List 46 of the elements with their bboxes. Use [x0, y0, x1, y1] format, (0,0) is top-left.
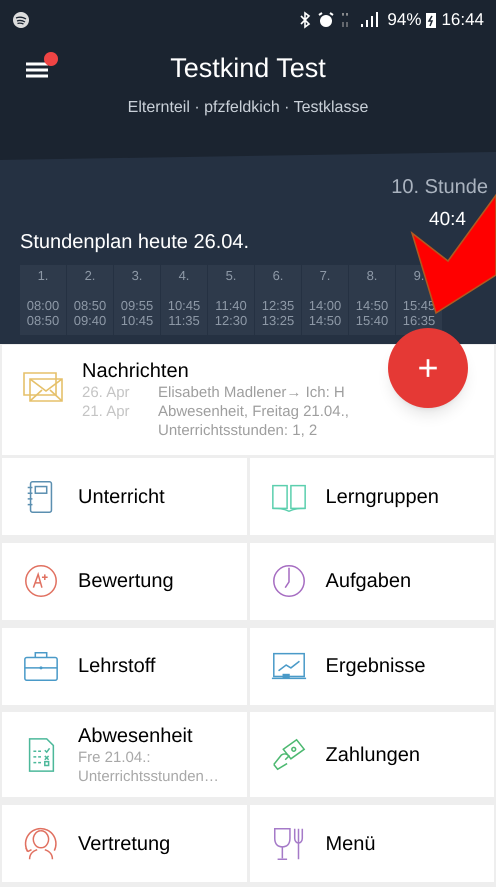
lesson-cell[interactable]: 5. 11:40 12:30 — [208, 264, 254, 334]
tile-label: Unterricht — [78, 484, 165, 508]
lesson-cell[interactable]: 3. 09:55 10:45 — [114, 264, 160, 334]
menu-tile[interactable]: Bewertung — [2, 542, 246, 620]
message-preview[interactable]: Elisabeth Madlener→ Ich: H — [158, 383, 345, 402]
menu-tile[interactable]: Aufgaben — [250, 542, 494, 620]
tile-label: Lerngruppen — [326, 484, 439, 508]
tile-detail: Fre 21.04.: — [78, 748, 152, 767]
clock-time: 16:44 — [441, 9, 484, 32]
lesson-countdown: 40:4 — [428, 208, 467, 232]
tile-detail: Unterrichtsstunden… — [78, 766, 219, 786]
account-subtitle: Elternteil · pfzfeldkich · Testklasse — [126, 98, 370, 118]
menu-tile[interactable]: Unterricht — [2, 458, 246, 535]
menu-tile[interactable]: Zahlungen — [250, 712, 494, 798]
tile-label: Aufgaben — [326, 569, 412, 594]
tile-label: Ergebnisse — [326, 654, 426, 678]
menu-tile[interactable]: Abwesenheit Fre 21.04.: Unterrichtsstunden… — [2, 712, 246, 798]
envelope-icon — [22, 369, 64, 405]
menu-tile[interactable]: Menü — [250, 805, 494, 882]
alarm-icon — [317, 11, 336, 29]
tile-label: Bewertung — [78, 569, 174, 594]
menu-tile[interactable]: Vertretung — [2, 805, 246, 882]
menu-tile[interactable]: Lehrstoff — [2, 628, 246, 705]
menu-tile[interactable]: Ergebnisse — [250, 628, 494, 705]
child-name-title: Testkind Test — [170, 52, 326, 85]
lesson-cell[interactable]: 6. 12:35 13:25 — [255, 264, 301, 334]
music-app-icon — [12, 11, 30, 29]
message-preview[interactable]: Abwesenheit, Freitag 21.04., Unterrichtsstunden: 1, 2 — [158, 402, 388, 440]
schedule-title: Stundenplan heute 26.04. — [20, 230, 250, 254]
lesson-cell[interactable]: 8. 14:50 15:40 — [349, 264, 395, 334]
tile-label: Zahlungen — [326, 742, 420, 767]
message-date: 21. Apr — [82, 402, 131, 422]
lesson-cell[interactable]: 7. 14:00 14:50 — [302, 264, 348, 334]
tile-label: Abwesenheit — [78, 724, 194, 748]
battery-percentage: 94% — [387, 9, 422, 32]
lesson-cell[interactable]: 1. 08:00 08:50 — [20, 264, 66, 334]
tile-label: Vertretung — [78, 832, 170, 856]
lesson-cell[interactable]: 4. 10:45 11:35 — [161, 264, 207, 334]
lesson-cell[interactable]: 2. 08:50 09:40 — [67, 264, 113, 334]
current-lesson: 10. Stunde — [390, 175, 489, 200]
menu-tile[interactable]: Lerngruppen — [250, 458, 494, 535]
tile-label: Menü — [326, 832, 376, 856]
messages-title: Nachrichten — [82, 359, 190, 383]
battery-charging-icon — [425, 11, 438, 29]
tile-label: Lehrstoff — [78, 654, 156, 678]
message-date: 26. Apr — [82, 383, 131, 402]
